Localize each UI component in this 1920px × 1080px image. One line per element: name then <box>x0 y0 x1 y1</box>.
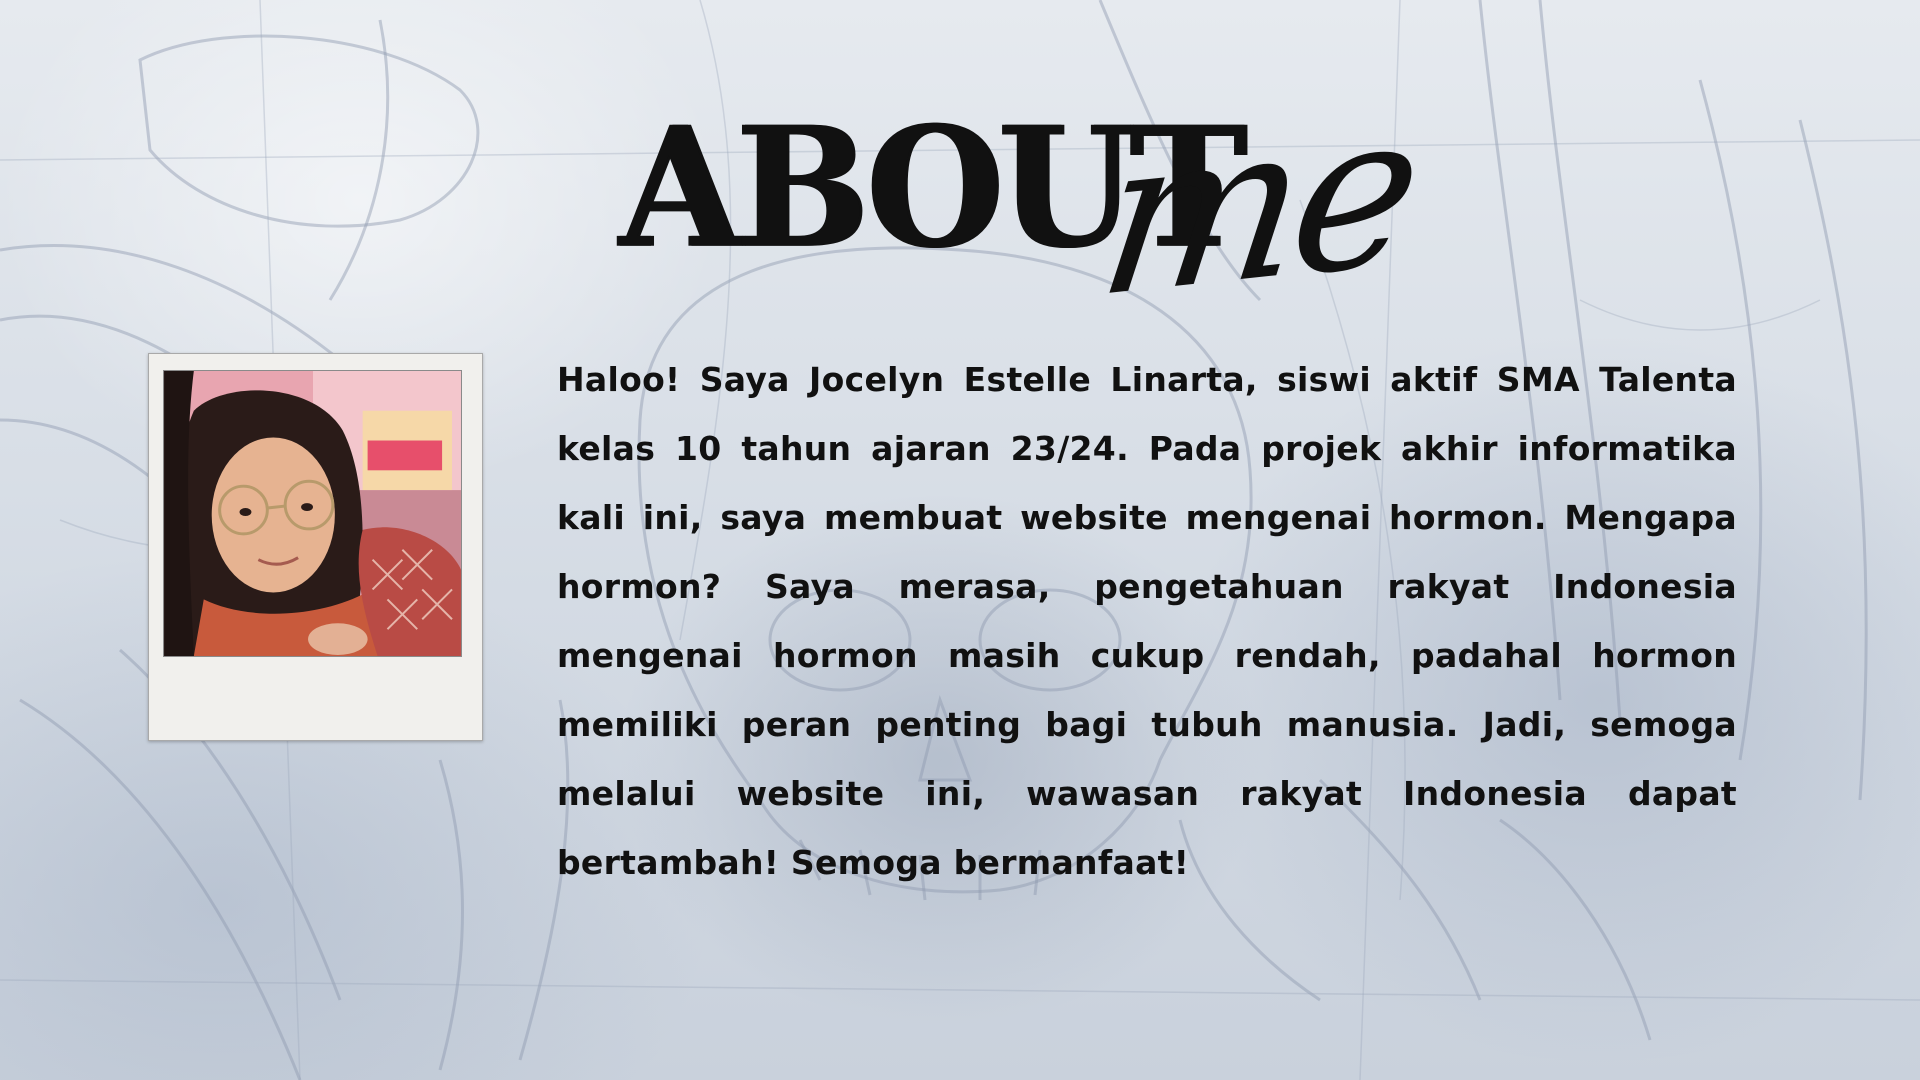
profile-photo <box>163 370 462 657</box>
title-me-script: me <box>1087 63 1429 346</box>
about-paragraph: Haloo! Saya Jocelyn Estelle Linarta, sis… <box>557 360 1737 882</box>
polaroid-frame <box>148 353 483 741</box>
portrait-photo-icon <box>164 371 461 656</box>
